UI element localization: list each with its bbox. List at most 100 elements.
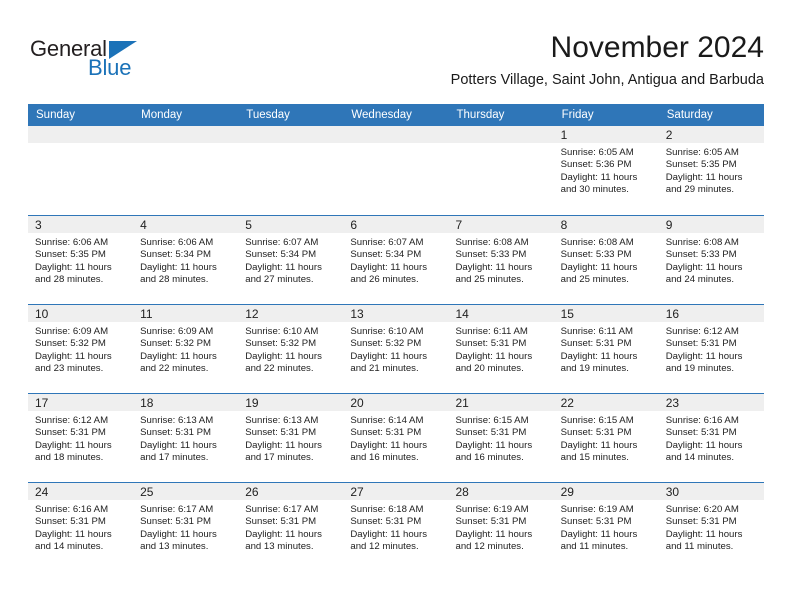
- calendar-day-cell[interactable]: 30 Sunrise: 6:20 AM Sunset: 5:31 PM Dayligh…: [658, 483, 764, 571]
- calendar-day-cell[interactable]: 13 Sunrise: 6:10 AM Sunset: 5:32 PM Dayligh…: [343, 305, 449, 393]
- calendar-day-cell[interactable]: 17 Sunrise: 6:12 AM Sunset: 5:31 PM Dayligh…: [28, 394, 134, 482]
- day-info: Sunrise: 6:19 AM Sunset: 5:31 PM Daylight:…: [554, 500, 659, 554]
- day-info: Sunrise: 6:15 AM Sunset: 5:31 PM Daylight:…: [554, 411, 659, 465]
- calendar-day-cell[interactable]: 24 Sunrise: 6:16 AM Sunset: 5:31 PM Dayligh…: [28, 483, 134, 571]
- sunset-text: Sunset: 5:34 PM: [245, 249, 317, 261]
- page-subtitle: Potters Village, Saint John, Antigua and…: [450, 72, 764, 88]
- day-info: Sunrise: 6:06 AM Sunset: 5:34 PM Daylight:…: [133, 233, 238, 287]
- day-number: 12: [245, 307, 259, 321]
- sunset-text: Sunset: 5:32 PM: [35, 338, 106, 350]
- day-number: 16: [665, 307, 680, 321]
- day-number: 24: [35, 485, 49, 499]
- day-number-band: 21: [448, 394, 554, 411]
- day-number-band: 27: [343, 483, 449, 500]
- daylight-text: Daylight: 11 hours and 25 minutes.: [560, 261, 638, 286]
- calendar-day-cell[interactable]: 25 Sunrise: 6:17 AM Sunset: 5:31 PM Dayligh…: [133, 483, 239, 571]
- calendar-day-cell-empty[interactable]: [448, 126, 554, 214]
- sunset-text: Sunset: 5:31 PM: [140, 427, 212, 439]
- daylight-text: Daylight: 11 hours and 11 minutes.: [665, 528, 743, 553]
- calendar-day-cell[interactable]: 28 Sunrise: 6:19 AM Sunset: 5:31 PM Dayligh…: [448, 483, 554, 571]
- day-number-band: 22: [553, 394, 659, 411]
- calendar-day-cell[interactable]: 9 Sunrise: 6:08 AM Sunset: 5:33 PM Daylight…: [658, 216, 764, 304]
- day-number: 2: [665, 128, 673, 142]
- day-number: 29: [560, 485, 574, 499]
- day-number: 14: [455, 307, 469, 321]
- day-number-band: 29: [553, 483, 659, 500]
- day-info: Sunrise: 6:16 AM Sunset: 5:31 PM Daylight:…: [28, 500, 133, 554]
- day-number: 13: [350, 307, 364, 321]
- sunset-text: Sunset: 5:33 PM: [560, 249, 632, 261]
- calendar-day-cell-empty[interactable]: [238, 126, 344, 214]
- daylight-text: Daylight: 11 hours and 22 minutes.: [245, 350, 322, 375]
- calendar-day-cell[interactable]: 18 Sunrise: 6:13 AM Sunset: 5:31 PM Dayligh…: [133, 394, 239, 482]
- calendar-day-cell[interactable]: 5 Sunrise: 6:07 AM Sunset: 5:34 PM Daylight…: [238, 216, 344, 304]
- sunrise-text: Sunrise: 6:15 AM: [560, 415, 634, 426]
- day-number-band: 15: [553, 305, 659, 322]
- calendar-day-cell[interactable]: 16 Sunrise: 6:12 AM Sunset: 5:31 PM Dayligh…: [658, 305, 764, 393]
- sunrise-text: Sunrise: 6:19 AM: [455, 504, 529, 515]
- calendar-grid: Sunday Monday Tuesday Wednesday Thursday…: [28, 104, 764, 571]
- calendar-day-cell-empty[interactable]: [133, 126, 239, 214]
- day-number: 22: [560, 396, 574, 410]
- sunset-text: Sunset: 5:31 PM: [560, 427, 632, 439]
- calendar-day-cell[interactable]: 20 Sunrise: 6:14 AM Sunset: 5:31 PM Dayligh…: [343, 394, 449, 482]
- sunrise-text: Sunrise: 6:12 AM: [35, 415, 109, 426]
- calendar-day-cell[interactable]: 21 Sunrise: 6:15 AM Sunset: 5:31 PM Dayligh…: [448, 394, 554, 482]
- sunset-text: Sunset: 5:31 PM: [665, 516, 737, 528]
- daylight-text: Daylight: 11 hours and 17 minutes.: [245, 439, 322, 464]
- calendar-day-cell[interactable]: 10 Sunrise: 6:09 AM Sunset: 5:32 PM Dayligh…: [28, 305, 134, 393]
- daylight-text: Daylight: 11 hours and 17 minutes.: [140, 439, 217, 464]
- daylight-text: Daylight: 11 hours and 30 minutes.: [560, 171, 638, 196]
- daylight-text: Daylight: 11 hours and 11 minutes.: [560, 528, 638, 553]
- day-number: 19: [245, 396, 259, 410]
- daylight-text: Daylight: 11 hours and 29 minutes.: [665, 171, 743, 196]
- day-info: Sunrise: 6:13 AM Sunset: 5:31 PM Daylight:…: [133, 411, 238, 465]
- calendar-day-cell[interactable]: 12 Sunrise: 6:10 AM Sunset: 5:32 PM Dayligh…: [238, 305, 344, 393]
- calendar-day-cell[interactable]: 14 Sunrise: 6:11 AM Sunset: 5:31 PM Dayligh…: [448, 305, 554, 393]
- day-number-band: 3: [28, 216, 134, 233]
- sunrise-text: Sunrise: 6:13 AM: [140, 415, 214, 426]
- sunset-text: Sunset: 5:34 PM: [350, 249, 422, 261]
- calendar-day-cell[interactable]: 4 Sunrise: 6:06 AM Sunset: 5:34 PM Daylight…: [133, 216, 239, 304]
- day-number: 3: [35, 218, 42, 232]
- day-number-band: 16: [658, 305, 764, 322]
- sunrise-text: Sunrise: 6:15 AM: [455, 415, 529, 426]
- calendar-day-cell[interactable]: 22 Sunrise: 6:15 AM Sunset: 5:31 PM Dayligh…: [553, 394, 659, 482]
- day-number-band: 8: [553, 216, 659, 233]
- calendar-day-cell[interactable]: 11 Sunrise: 6:09 AM Sunset: 5:32 PM Dayligh…: [133, 305, 239, 393]
- day-number-band: 10: [28, 305, 134, 322]
- calendar-day-cell[interactable]: 7 Sunrise: 6:08 AM Sunset: 5:33 PM Daylight…: [448, 216, 554, 304]
- calendar-day-cell[interactable]: 27 Sunrise: 6:18 AM Sunset: 5:31 PM Dayligh…: [343, 483, 449, 571]
- weekday-header-friday: Friday: [561, 109, 594, 121]
- calendar-day-cell[interactable]: 19 Sunrise: 6:13 AM Sunset: 5:31 PM Dayligh…: [238, 394, 344, 482]
- calendar-day-cell[interactable]: 23 Sunrise: 6:16 AM Sunset: 5:31 PM Dayligh…: [658, 394, 764, 482]
- day-number-band: 20: [343, 394, 449, 411]
- sunrise-text: Sunrise: 6:16 AM: [665, 415, 739, 426]
- calendar-day-cell[interactable]: 3 Sunrise: 6:06 AM Sunset: 5:35 PM Daylight…: [28, 216, 134, 304]
- calendar-day-cell[interactable]: 26 Sunrise: 6:17 AM Sunset: 5:31 PM Dayligh…: [238, 483, 344, 571]
- calendar-day-cell[interactable]: 6 Sunrise: 6:07 AM Sunset: 5:34 PM Daylight…: [343, 216, 449, 304]
- calendar-day-cell[interactable]: 1 Sunrise: 6:05 AM Sunset: 5:36 PM Daylight…: [553, 126, 659, 214]
- day-number: 17: [35, 396, 49, 410]
- day-info: Sunrise: 6:08 AM Sunset: 5:33 PM Daylight:…: [659, 233, 764, 287]
- calendar-day-cell[interactable]: 8 Sunrise: 6:08 AM Sunset: 5:33 PM Daylight…: [553, 216, 659, 304]
- day-number-band: 19: [238, 394, 344, 411]
- sunset-text: Sunset: 5:31 PM: [455, 338, 527, 350]
- calendar-day-cell[interactable]: 29 Sunrise: 6:19 AM Sunset: 5:31 PM Dayligh…: [553, 483, 659, 571]
- calendar-day-cell-empty[interactable]: [28, 126, 134, 214]
- sunrise-text: Sunrise: 6:19 AM: [560, 504, 634, 515]
- daylight-text: Daylight: 11 hours and 21 minutes.: [350, 350, 427, 375]
- sunset-text: Sunset: 5:31 PM: [35, 516, 106, 528]
- daylight-text: Daylight: 11 hours and 22 minutes.: [140, 350, 217, 375]
- day-number: 6: [350, 218, 358, 232]
- calendar-week-row: 17 Sunrise: 6:12 AM Sunset: 5:31 PM Dayligh…: [28, 393, 764, 482]
- sunset-text: Sunset: 5:31 PM: [665, 338, 737, 350]
- calendar-day-cell-empty[interactable]: [343, 126, 449, 214]
- day-number-band: 23: [658, 394, 764, 411]
- day-info: Sunrise: 6:18 AM Sunset: 5:31 PM Daylight:…: [343, 500, 448, 554]
- page-header: General Blue November 2024 Potters Villa…: [0, 0, 792, 100]
- daylight-text: Daylight: 11 hours and 18 minutes.: [35, 439, 112, 464]
- sunrise-text: Sunrise: 6:14 AM: [350, 415, 424, 426]
- calendar-day-cell[interactable]: 15 Sunrise: 6:11 AM Sunset: 5:31 PM Dayligh…: [553, 305, 659, 393]
- calendar-day-cell[interactable]: 2 Sunrise: 6:05 AM Sunset: 5:35 PM Daylight…: [658, 126, 764, 214]
